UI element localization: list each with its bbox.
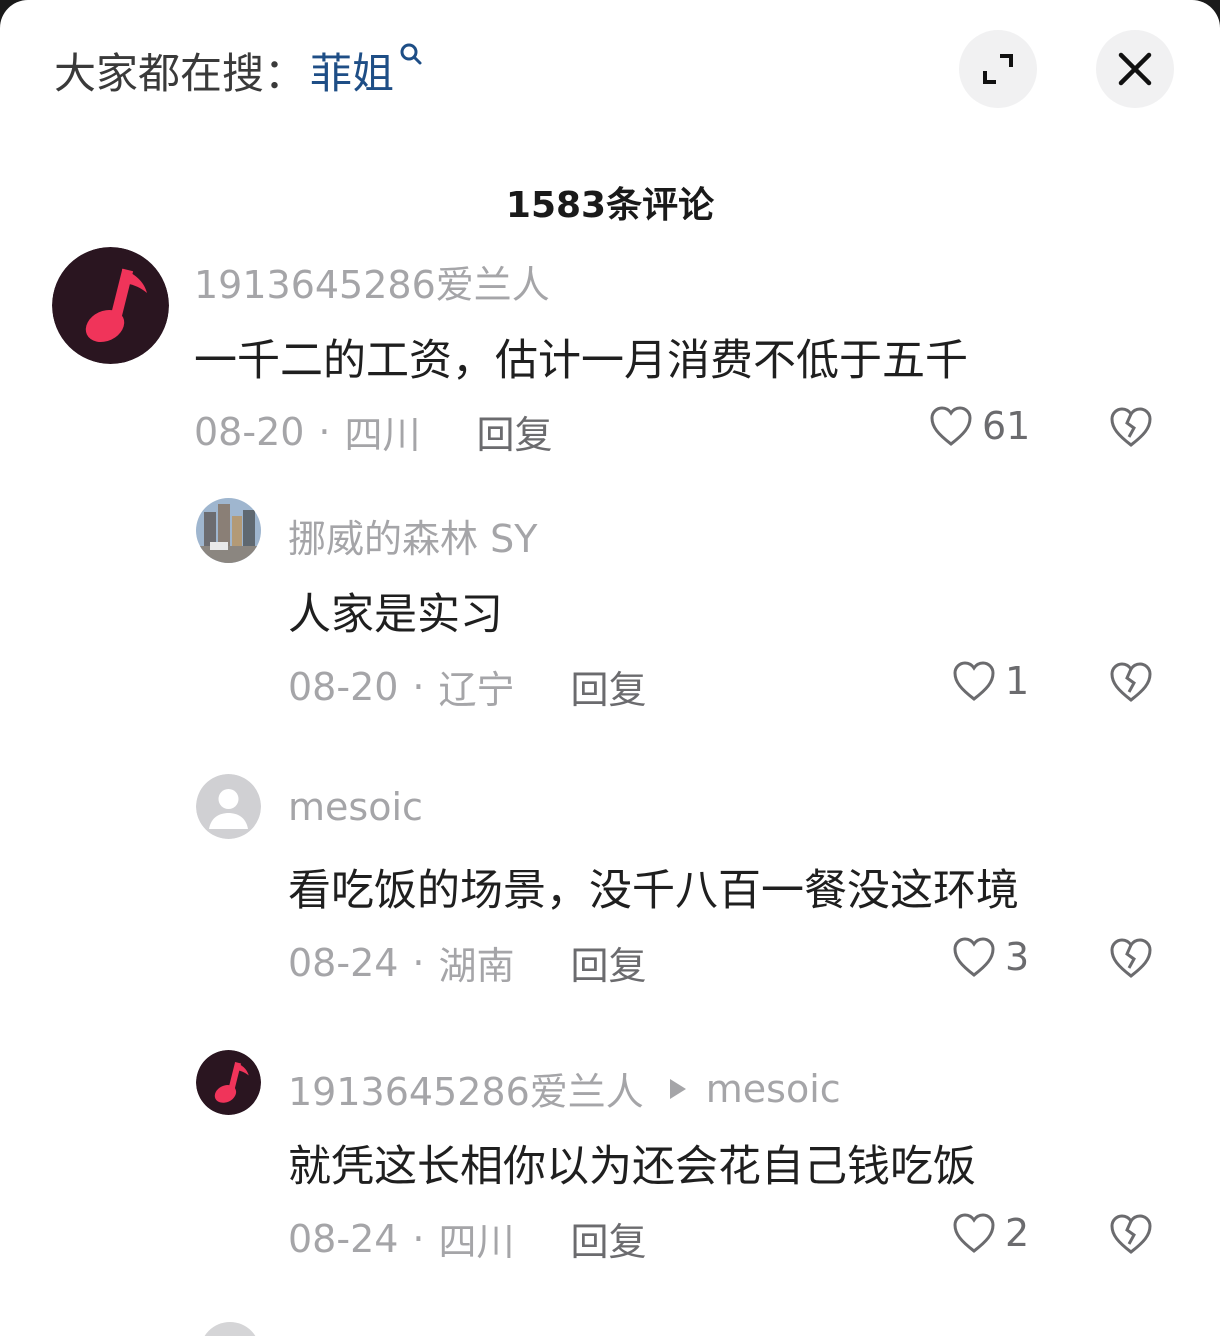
separator-dot: · <box>412 940 425 985</box>
expand-icon <box>983 54 1013 84</box>
comment-location: 湖南 <box>438 944 515 988</box>
separator-dot: · <box>412 664 425 709</box>
comment-username-row: 1913645286爱兰人 mesoic <box>288 1061 841 1116</box>
close-button[interactable] <box>1096 30 1174 108</box>
next-comment-avatar[interactable] <box>200 1322 260 1336</box>
close-icon <box>1118 52 1152 86</box>
search-suggestion[interactable]: 大家都在搜： 菲姐 <box>54 38 426 102</box>
comment-username[interactable]: 1913645286爱兰人 <box>288 1061 644 1116</box>
comment-meta: 08-20 · 辽宁 回复 <box>288 659 647 714</box>
like-count: 3 <box>1005 935 1030 979</box>
reply-button[interactable]: 回复 <box>571 1211 647 1266</box>
broken-heart-icon[interactable] <box>1108 660 1154 704</box>
comment-date: 08-24 <box>288 940 399 985</box>
broken-heart-icon[interactable] <box>1108 936 1154 980</box>
heart-icon <box>953 937 995 977</box>
comment-date: 08-20 <box>194 409 305 454</box>
like-button[interactable]: 2 <box>951 1211 1029 1255</box>
broken-heart-icon[interactable] <box>1108 1212 1154 1256</box>
comment-meta: 08-24 · 湖南 回复 <box>288 935 647 990</box>
comment-text: 一千二的工资，估计一月消费不低于五千 <box>194 336 968 386</box>
like-count: 1 <box>1005 659 1030 703</box>
search-icon <box>400 43 422 65</box>
comment-username[interactable]: 1913645286爱兰人 <box>194 254 550 309</box>
broken-heart-icon[interactable] <box>1108 405 1154 449</box>
separator-dot: · <box>318 409 331 454</box>
comment-meta: 08-20 · 四川 回复 <box>194 404 553 459</box>
comment-count-title: 1583条评论 <box>505 185 715 226</box>
like-count: 61 <box>982 404 1031 448</box>
heart-icon <box>930 406 972 446</box>
avatar[interactable] <box>52 247 169 364</box>
avatar[interactable] <box>196 774 261 839</box>
like-button[interactable]: 61 <box>928 404 1030 448</box>
expand-button[interactable] <box>959 30 1037 108</box>
heart-icon <box>953 661 995 701</box>
like-count: 2 <box>1005 1211 1030 1255</box>
comment-location: 辽宁 <box>438 668 515 712</box>
reply-button[interactable]: 回复 <box>477 404 553 459</box>
comments-sheet: 大家都在搜： 菲姐 1583条评论 1913645286爱兰人 一千二的工资，估… <box>0 0 1220 1336</box>
reply-button[interactable]: 回复 <box>571 935 647 990</box>
music-note-icon <box>52 247 169 364</box>
comment-location: 四川 <box>344 413 421 457</box>
city-photo-icon <box>196 498 261 563</box>
comment-date: 08-20 <box>288 664 399 709</box>
comment-date: 08-24 <box>288 1216 399 1261</box>
avatar[interactable] <box>196 1050 261 1115</box>
search-term-link[interactable]: 菲姐 <box>310 40 394 101</box>
comment-text: 看吃饭的场景，没千八百一餐没这环境 <box>288 866 1019 916</box>
comment-text: 人家是实习 <box>288 590 503 640</box>
avatar[interactable] <box>196 498 261 563</box>
reply-to-username[interactable]: mesoic <box>706 1067 841 1111</box>
comment-text: 就凭这长相你以为还会花自己钱吃饭 <box>288 1142 976 1192</box>
separator-dot: · <box>412 1216 425 1261</box>
comment-username[interactable]: 挪威的森林 SY <box>288 508 537 563</box>
search-prefix-label: 大家都在搜： <box>54 48 307 98</box>
heart-icon <box>953 1213 995 1253</box>
default-user-icon <box>196 774 261 839</box>
comment-username[interactable]: mesoic <box>288 785 423 829</box>
reply-button[interactable]: 回复 <box>571 659 647 714</box>
comment-meta: 08-24 · 四川 回复 <box>288 1211 647 1266</box>
like-button[interactable]: 3 <box>951 935 1029 979</box>
reply-arrow-icon <box>669 1078 686 1099</box>
like-button[interactable]: 1 <box>951 659 1029 703</box>
music-note-icon <box>196 1050 261 1115</box>
comment-location: 四川 <box>438 1220 515 1264</box>
